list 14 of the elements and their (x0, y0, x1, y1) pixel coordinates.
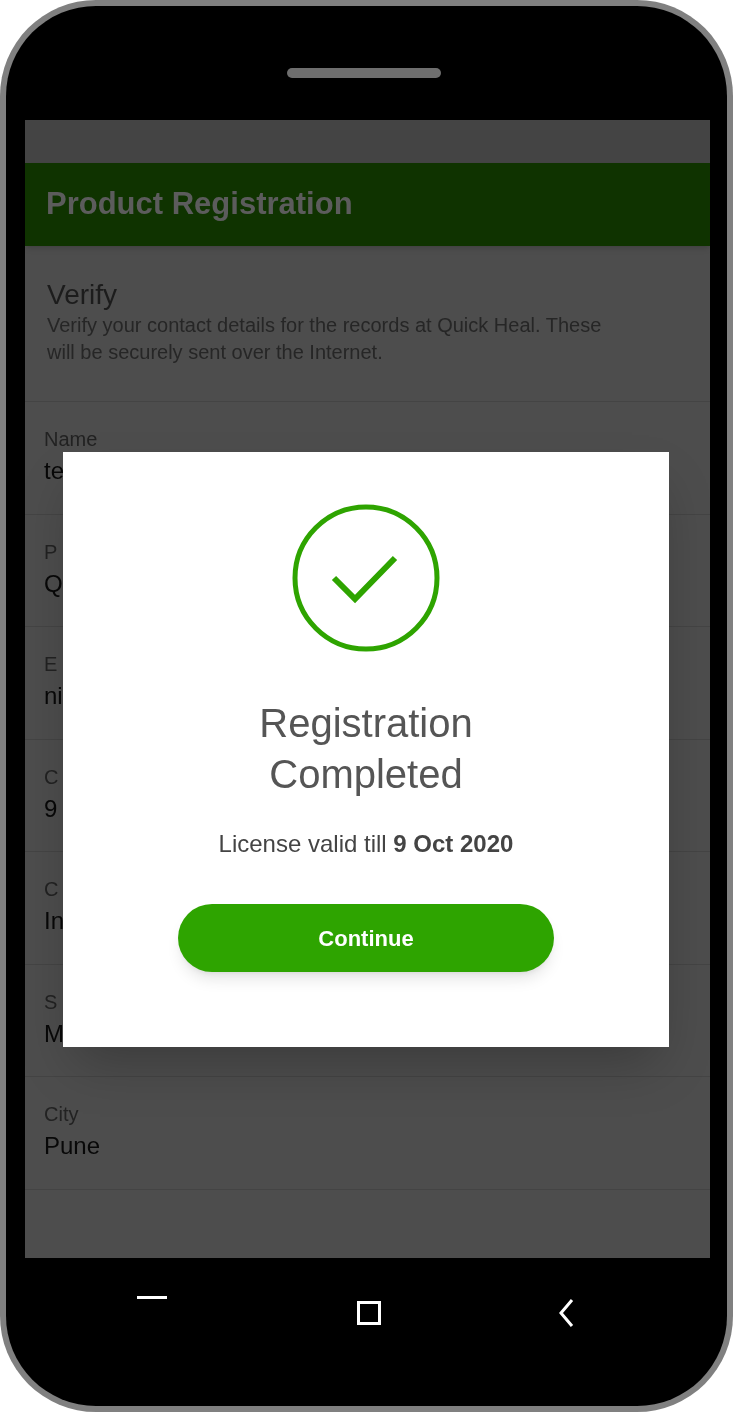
field-value: In (44, 906, 64, 936)
field-value: 9 (44, 793, 58, 824)
license-message: License valid till 9 Oct 2020 (218, 829, 514, 859)
field-value: ni (44, 681, 63, 711)
field-value: Pune (44, 1131, 101, 1161)
field-value: Q (44, 568, 63, 599)
checkmark-circle-icon (292, 504, 440, 652)
field-value: te (44, 456, 64, 486)
field-value: M (44, 1018, 64, 1049)
app-title: Product Registration (46, 185, 353, 224)
home-square-icon[interactable] (357, 1301, 381, 1325)
continue-button[interactable]: Continue (178, 904, 554, 972)
back-icon[interactable] (558, 1298, 574, 1328)
dialog-title: Registration Completed (258, 700, 474, 798)
